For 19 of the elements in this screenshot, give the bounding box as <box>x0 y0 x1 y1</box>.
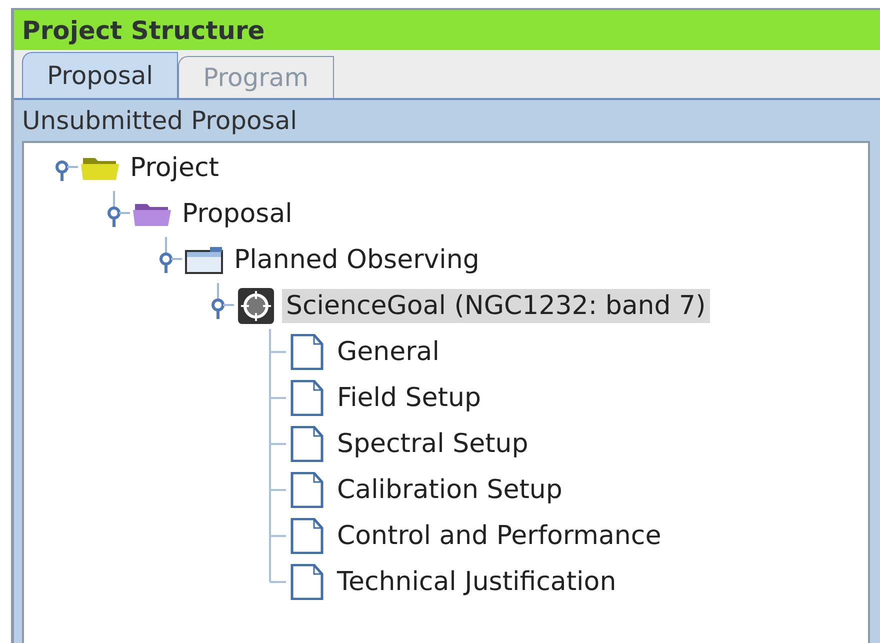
tree-node-label[interactable]: Proposal <box>178 197 296 231</box>
panel-title: Unsubmitted Proposal <box>22 106 298 137</box>
tree-node-label[interactable]: Spectral Setup <box>333 427 532 461</box>
target-icon <box>236 288 276 324</box>
tree-node-label[interactable]: Control and Performance <box>333 519 666 553</box>
tree-connector-line <box>269 375 287 421</box>
tree-connector-line <box>269 421 287 467</box>
tab[interactable]: Proposal <box>22 52 178 98</box>
tree-node-label[interactable]: Field Setup <box>333 381 485 415</box>
tree-connector-line <box>269 329 287 375</box>
tree-node-label[interactable]: Technical Justification <box>333 565 620 599</box>
tree-connector-line <box>269 467 287 513</box>
window-title: Project Structure <box>22 16 265 44</box>
tree-node-label[interactable]: Planned Observing <box>230 243 484 277</box>
tree-node-label[interactable]: General <box>333 335 444 369</box>
tree-node-label[interactable]: Calibration Setup <box>333 473 566 507</box>
tree-node-label[interactable]: ScienceGoal (NGC1232: band 7) <box>282 289 710 323</box>
folder-icon <box>184 244 224 276</box>
tree-node-label[interactable]: Project <box>126 151 223 185</box>
